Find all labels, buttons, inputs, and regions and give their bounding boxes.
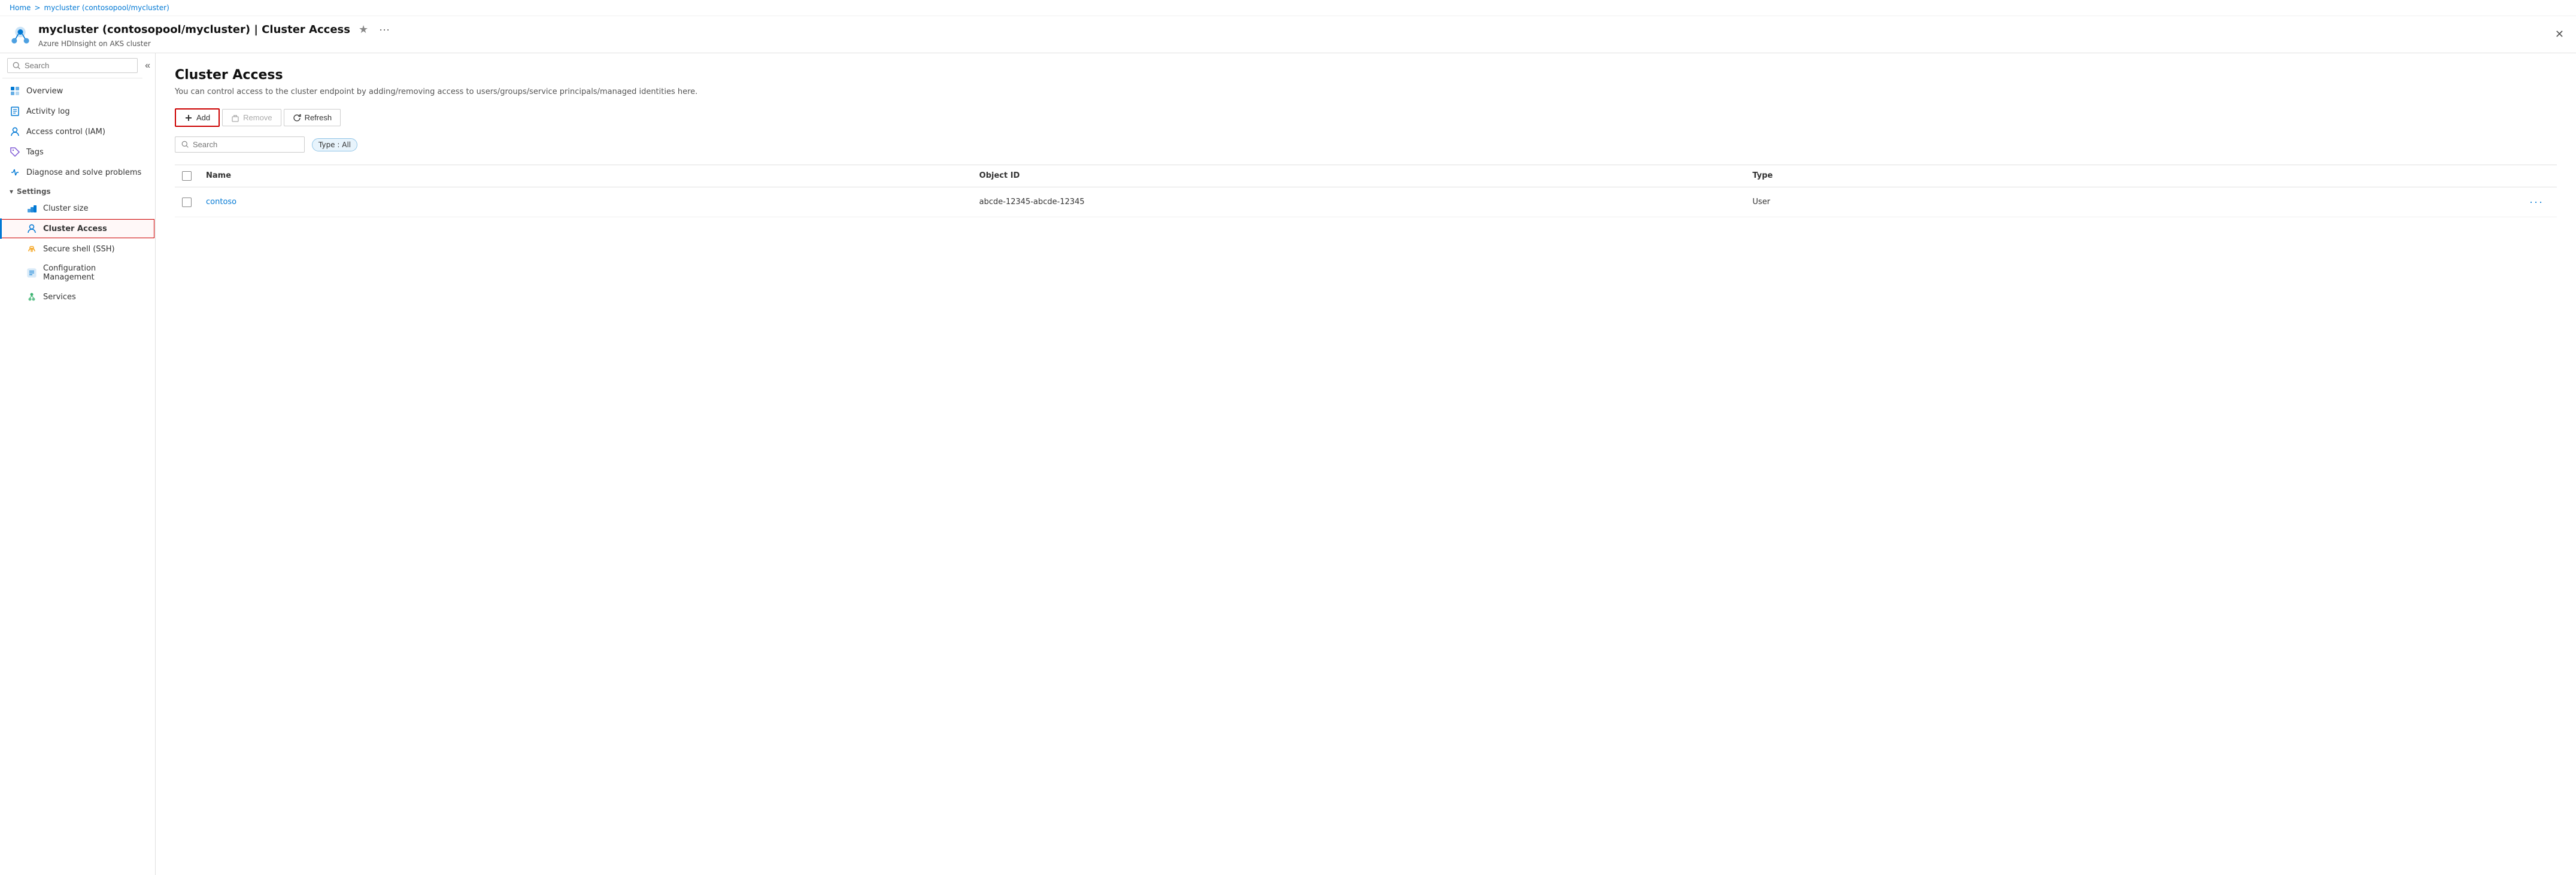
- breadcrumb-cluster[interactable]: mycluster (contosopool/mycluster): [44, 4, 169, 12]
- header-object-id: Object ID: [979, 171, 1753, 181]
- search-icon: [13, 62, 21, 70]
- filter-search-icon: [181, 141, 189, 148]
- sidebar-navigation: Overview Activity log Access control (IA…: [0, 78, 155, 309]
- row-more-actions: ···: [2526, 195, 2550, 209]
- row-checkbox-col: [182, 198, 206, 207]
- add-button[interactable]: Add: [175, 108, 220, 127]
- refresh-icon: [293, 114, 301, 122]
- page-subtitle: Azure HDInsight on AKS cluster: [38, 40, 2553, 48]
- table-row: contoso abcde-12345-abcde-12345 User ···: [175, 187, 2557, 217]
- sidebar-item-cluster-access-label: Cluster Access: [43, 224, 107, 233]
- sidebar: « Overview Activity log: [0, 53, 156, 875]
- config-icon: [26, 268, 37, 278]
- iam-icon: [10, 126, 20, 137]
- sidebar-item-access-control-label: Access control (IAM): [26, 127, 105, 136]
- title-group: mycluster (contosopool/mycluster) | Clus…: [38, 21, 2553, 48]
- page-header-title: mycluster (contosopool/mycluster) | Clus…: [38, 21, 2553, 38]
- tags-icon: [10, 147, 20, 157]
- remove-button[interactable]: Remove: [222, 109, 281, 126]
- sidebar-search-box[interactable]: [7, 58, 138, 73]
- sidebar-search-input[interactable]: [25, 61, 132, 70]
- overview-icon: [10, 86, 20, 96]
- main-layout: « Overview Activity log: [0, 53, 2576, 875]
- page-description: You can control access to the cluster en…: [175, 87, 714, 96]
- header-checkbox-col: [182, 171, 206, 181]
- top-bar-actions: ✕: [2553, 26, 2566, 43]
- favorite-button[interactable]: ★: [356, 21, 371, 38]
- ssh-icon: [26, 244, 37, 254]
- sidebar-item-overview-label: Overview: [26, 87, 63, 96]
- sidebar-header: «: [0, 53, 155, 78]
- header-type: Type: [1752, 171, 2526, 181]
- row-ellipsis-button[interactable]: ···: [2526, 195, 2547, 209]
- add-icon: [184, 114, 193, 122]
- sidebar-item-config-label: Configuration Management: [43, 264, 145, 282]
- row-type: User: [1752, 198, 2526, 206]
- type-filter-tag[interactable]: Type : All: [312, 138, 357, 151]
- type-filter-label: Type : All: [318, 141, 351, 149]
- search-filter[interactable]: [175, 136, 305, 153]
- sidebar-item-services[interactable]: Services: [0, 287, 155, 307]
- sidebar-item-cluster-size-label: Cluster size: [43, 204, 88, 213]
- refresh-button[interactable]: Refresh: [284, 109, 341, 126]
- header-actions: [2526, 171, 2550, 181]
- sidebar-item-tags[interactable]: Tags: [0, 142, 155, 162]
- sidebar-item-services-label: Services: [43, 293, 76, 302]
- sidebar-item-activity-log[interactable]: Activity log: [0, 101, 155, 121]
- settings-collapse-icon: ▾: [10, 187, 13, 196]
- access-table: Name Object ID Type contoso abcde-12345-…: [175, 165, 2557, 217]
- breadcrumb: Home > mycluster (contosopool/mycluster): [0, 0, 2576, 16]
- sidebar-item-access-control[interactable]: Access control (IAM): [0, 121, 155, 142]
- sidebar-item-ssh-label: Secure shell (SSH): [43, 245, 115, 254]
- settings-section-header[interactable]: ▾ Settings: [0, 183, 155, 198]
- row-checkbox[interactable]: [182, 198, 192, 207]
- sidebar-item-diagnose[interactable]: Diagnose and solve problems: [0, 162, 155, 183]
- breadcrumb-home[interactable]: Home: [10, 4, 31, 12]
- table-search-input[interactable]: [193, 140, 298, 149]
- sidebar-item-tags-label: Tags: [26, 148, 44, 157]
- sidebar-item-activity-log-label: Activity log: [26, 107, 70, 116]
- remove-icon: [231, 114, 239, 122]
- sidebar-item-cluster-size[interactable]: Cluster size: [0, 198, 155, 218]
- sidebar-item-diagnose-label: Diagnose and solve problems: [26, 168, 141, 177]
- sidebar-item-cluster-access[interactable]: Cluster Access: [0, 218, 155, 239]
- close-button[interactable]: ✕: [2553, 26, 2566, 43]
- page-title: Cluster Access: [175, 68, 2557, 83]
- settings-section-label: Settings: [17, 187, 51, 196]
- top-bar: mycluster (contosopool/mycluster) | Clus…: [0, 16, 2576, 53]
- services-icon: [26, 291, 37, 302]
- cluster-icon: [10, 24, 31, 45]
- row-object-id: abcde-12345-abcde-12345: [979, 198, 1753, 206]
- sidebar-item-config-management[interactable]: Configuration Management: [0, 259, 155, 287]
- header-name: Name: [206, 171, 979, 181]
- cluster-size-icon: [26, 203, 37, 214]
- row-name: contoso: [206, 198, 979, 206]
- select-all-checkbox[interactable]: [182, 171, 192, 181]
- sidebar-search-area: [2, 53, 142, 78]
- row-name-link[interactable]: contoso: [206, 198, 236, 206]
- activity-log-icon: [10, 106, 20, 117]
- filter-row: Type : All: [175, 136, 2557, 153]
- breadcrumb-separator: >: [34, 4, 40, 12]
- content-area: Cluster Access You can control access to…: [156, 53, 2576, 875]
- more-options-button[interactable]: ···: [377, 21, 392, 38]
- sidebar-item-overview[interactable]: Overview: [0, 81, 155, 101]
- toolbar: Add Remove Refresh: [175, 108, 2557, 127]
- cluster-access-icon: [26, 223, 37, 234]
- table-header: Name Object ID Type: [175, 165, 2557, 187]
- sidebar-collapse-button[interactable]: «: [142, 58, 153, 74]
- sidebar-item-ssh[interactable]: Secure shell (SSH): [0, 239, 155, 259]
- diagnose-icon: [10, 167, 20, 178]
